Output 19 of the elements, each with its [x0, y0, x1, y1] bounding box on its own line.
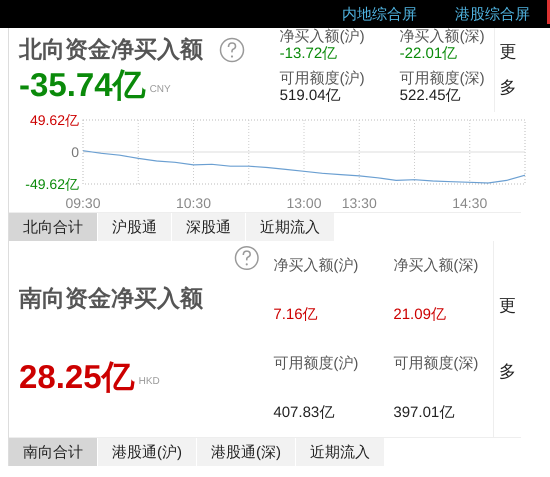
stat-label: 可用额度(沪) [273, 354, 360, 373]
currency-label: HKD [138, 376, 160, 388]
top-link[interactable]: 港股综合屏 [455, 4, 530, 24]
stat-value: 7.16亿 [273, 305, 319, 324]
tab[interactable]: 南向合计 [9, 438, 98, 466]
tab[interactable]: 港股通(沪) [98, 438, 197, 466]
stat-label: 净买入额(沪) [273, 256, 360, 275]
net-total: 28.25亿 [19, 359, 135, 396]
scrollbar-edge [547, 0, 550, 24]
stat-value: 397.01亿 [393, 403, 456, 422]
stat-value: 407.83亿 [273, 403, 336, 422]
stat-label: 可用额度(深) [393, 354, 480, 373]
tab[interactable]: 近期流入 [296, 438, 385, 466]
stat-value: 21.09亿 [393, 305, 447, 324]
top-link[interactable]: 内地综合屏 [342, 4, 417, 24]
section-title: 南向资金净买入额 [19, 284, 204, 313]
help-icon[interactable] [234, 245, 260, 271]
tab[interactable]: 港股通(深) [197, 438, 296, 466]
stat-label: 净买入额(深) [393, 256, 480, 275]
